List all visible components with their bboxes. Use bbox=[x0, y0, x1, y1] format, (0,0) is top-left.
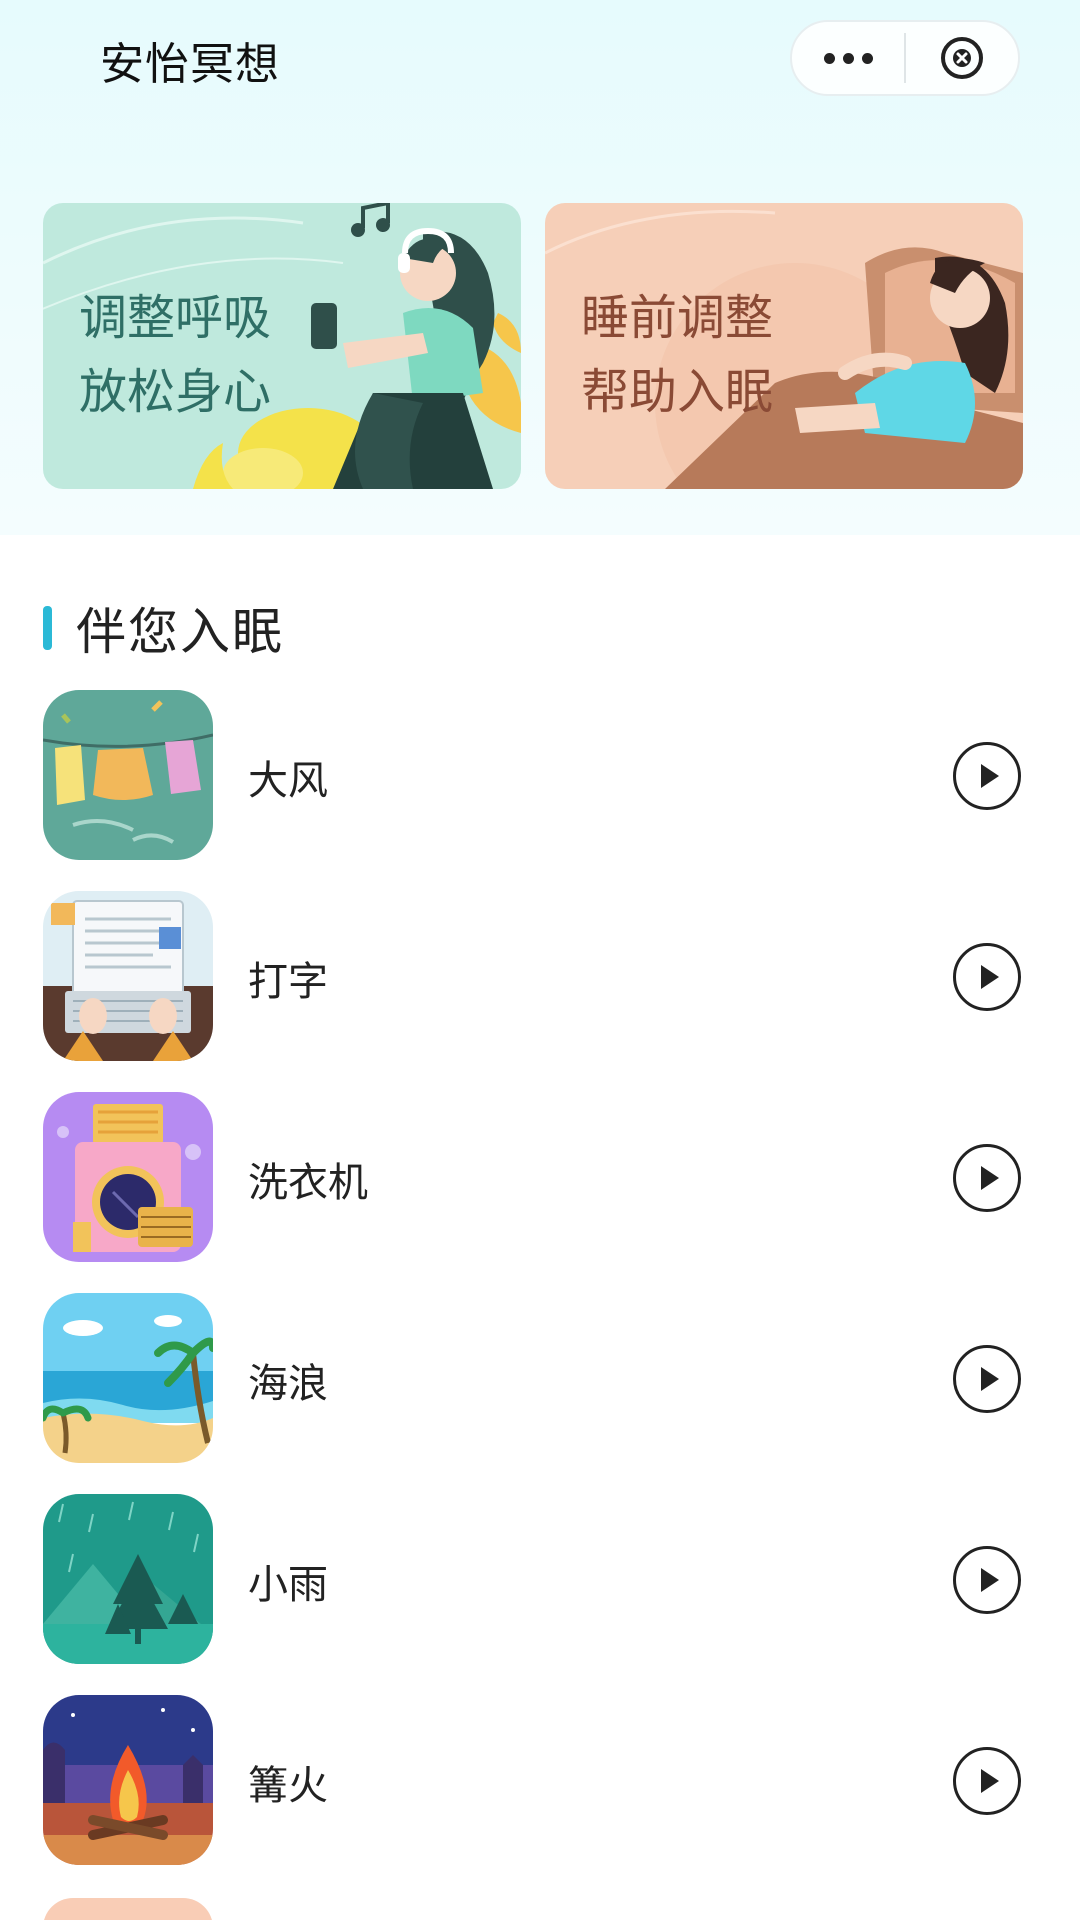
play-icon bbox=[981, 965, 999, 989]
washing-machine-icon bbox=[43, 1092, 213, 1262]
play-button[interactable] bbox=[953, 1546, 1021, 1614]
more-dots-icon bbox=[823, 52, 873, 64]
banner-breathing-line2: 放松身心 bbox=[79, 364, 272, 420]
section-accent-bar bbox=[43, 606, 52, 650]
play-icon bbox=[981, 764, 999, 788]
sound-label: 大风 bbox=[248, 758, 328, 804]
play-button[interactable] bbox=[953, 1144, 1021, 1212]
section-header: 伴您入眠 bbox=[43, 598, 284, 661]
banner-sleep-line2: 帮助入眠 bbox=[581, 364, 774, 420]
list-item[interactable]: 海浪 bbox=[0, 1293, 1080, 1465]
play-icon bbox=[981, 1769, 999, 1793]
wind-clothesline-icon bbox=[43, 690, 213, 860]
play-button[interactable] bbox=[953, 742, 1021, 810]
beach-waves-icon bbox=[43, 1293, 213, 1463]
play-icon bbox=[981, 1166, 999, 1190]
sound-label: 洗衣机 bbox=[248, 1160, 368, 1206]
play-icon bbox=[981, 1568, 999, 1592]
play-button[interactable] bbox=[953, 1345, 1021, 1413]
next-item-peek bbox=[43, 1898, 213, 1920]
section-title: 伴您入眠 bbox=[76, 603, 284, 661]
list-item[interactable]: 打字 bbox=[0, 891, 1080, 1063]
sound-label: 打字 bbox=[248, 959, 328, 1005]
top-bar: 安怡冥想 bbox=[0, 0, 1080, 120]
play-icon bbox=[981, 1367, 999, 1391]
campfire-icon bbox=[43, 1695, 213, 1865]
close-circle-icon bbox=[940, 37, 983, 79]
list-item[interactable]: 大风 bbox=[0, 690, 1080, 862]
banner-breathing-line1: 调整呼吸 bbox=[79, 290, 272, 346]
banner-sleep[interactable]: 睡前调整 帮助入眠 bbox=[545, 203, 1023, 489]
sound-label: 海浪 bbox=[248, 1361, 328, 1407]
list-item[interactable]: 洗衣机 bbox=[0, 1092, 1080, 1264]
play-button[interactable] bbox=[953, 1747, 1021, 1815]
app-title: 安怡冥想 bbox=[100, 39, 280, 90]
banner-sleep-text: 睡前调整 帮助入眠 bbox=[581, 281, 773, 429]
list-item[interactable]: 篝火 bbox=[0, 1695, 1080, 1867]
list-item[interactable]: 小雨 bbox=[0, 1494, 1080, 1666]
close-button[interactable] bbox=[906, 22, 1018, 94]
more-button[interactable] bbox=[792, 22, 904, 94]
banner-sleep-line1: 睡前调整 bbox=[581, 290, 774, 346]
sound-label: 小雨 bbox=[248, 1562, 328, 1608]
rain-forest-icon bbox=[43, 1494, 213, 1664]
mini-program-capsule bbox=[790, 20, 1020, 96]
banner-breathing-text: 调整呼吸 放松身心 bbox=[79, 281, 271, 429]
play-button[interactable] bbox=[953, 943, 1021, 1011]
laptop-typing-icon bbox=[43, 891, 213, 1061]
sound-label: 篝火 bbox=[248, 1763, 328, 1809]
banner-breathing[interactable]: 调整呼吸 放松身心 bbox=[43, 203, 521, 489]
